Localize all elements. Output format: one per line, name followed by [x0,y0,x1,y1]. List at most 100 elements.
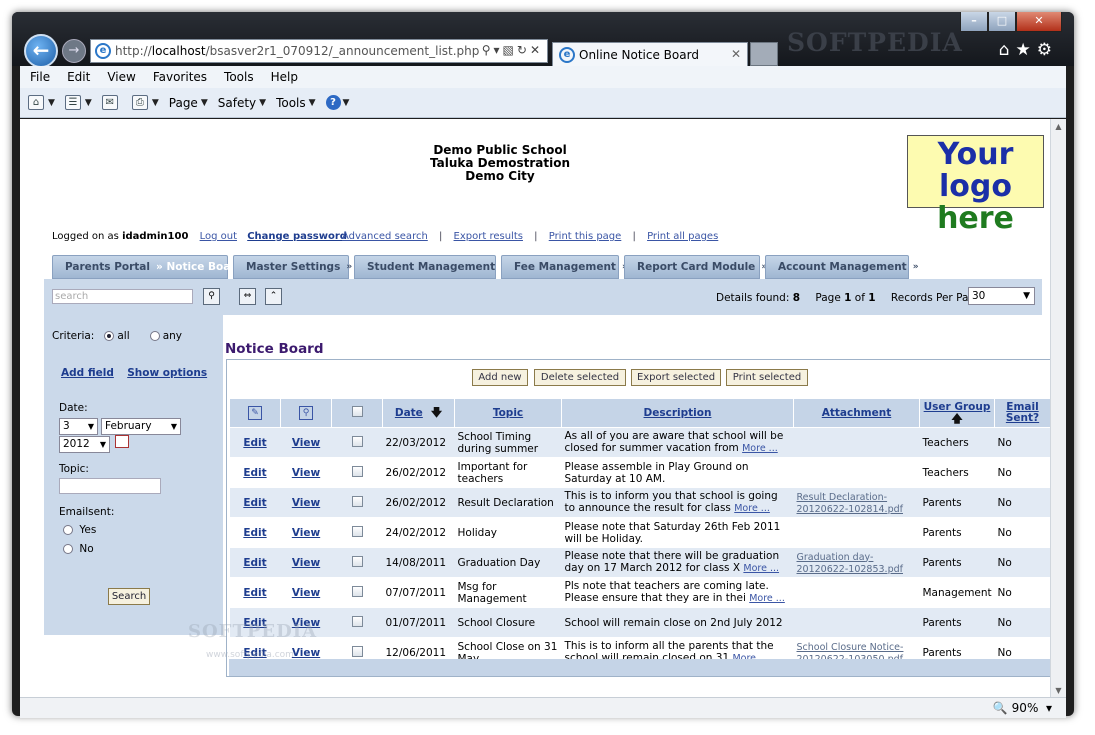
tab-student-management[interactable]: Student Management» [354,255,507,279]
more-link[interactable]: More ... [743,563,779,574]
scroll-down-icon[interactable]: ▼ [1051,683,1066,695]
tools-dropdown-icon[interactable]: ▼ [309,98,316,108]
row-checkbox[interactable] [351,585,363,597]
back-button[interactable]: ← [24,34,58,68]
tab-close-icon[interactable]: ✕ [731,47,741,61]
print-page-link[interactable]: Print this page [549,231,622,242]
day-select[interactable]: 3 ▼ [59,418,98,435]
change-password-link[interactable]: Change password [247,231,347,242]
edit-link[interactable]: Edit [243,557,266,569]
print-all-link[interactable]: Print all pages [647,231,718,242]
edit-link[interactable]: Edit [243,497,266,509]
safety-dropdown-icon[interactable]: ▼ [259,98,266,108]
close-button[interactable]: ✕ [1016,12,1062,32]
vertical-scrollbar[interactable]: ▲ ▼ [1050,119,1066,697]
tab-parents-portal[interactable]: Parents Portal» Notice Board [52,255,243,279]
help-icon[interactable]: ? [325,95,341,110]
forward-button[interactable]: → [62,39,86,63]
address-bar[interactable]: e http://localhost/bsasver2r1_070912/_an… [90,39,548,63]
emailsent-no-radio[interactable] [63,544,73,554]
show-hide-icon[interactable]: ⇔ [239,288,256,305]
row-checkbox[interactable] [351,645,363,657]
address-tools-icons[interactable]: ⚲▾▧↻✕ [482,43,543,57]
edit-link[interactable]: Edit [243,587,266,599]
attachment-header[interactable]: Attachment [793,398,920,428]
row-checkbox[interactable] [351,555,363,567]
home-dropdown-icon[interactable]: ▼ [48,98,55,108]
add-field-link[interactable]: Add field [61,367,114,379]
tab-master-settings[interactable]: Master Settings» [233,255,352,279]
search-input[interactable]: search [52,289,193,304]
attachment-link[interactable]: Result Declaration-20120622-102814.pdf [797,492,903,515]
page-dropdown-icon[interactable]: ▼ [201,98,208,108]
home-icon[interactable]: ⌂ [28,95,44,110]
tab-account-management[interactable]: Account Management» [765,255,919,279]
tab-report-card-module[interactable]: Report Card Module» [624,255,767,279]
logout-link[interactable]: Log out [200,231,237,242]
topic-input[interactable] [59,478,161,494]
view-link[interactable]: View [292,467,320,479]
date-header[interactable]: Date 🡇 [382,398,455,428]
row-checkbox[interactable] [351,465,363,477]
row-checkbox[interactable] [351,495,363,507]
feeds-dropdown-icon[interactable]: ▼ [85,98,92,108]
view-link[interactable]: View [292,557,320,569]
emailsent-yes-radio[interactable] [63,525,73,535]
new-tab-button[interactable] [750,42,778,66]
tab-fee-management[interactable]: Fee Management» [501,255,628,279]
view-link[interactable]: View [292,647,320,659]
tools-menu[interactable]: Tools [276,96,306,110]
print-icon[interactable]: ⎙ [131,95,148,110]
menu-tools[interactable]: Tools [224,70,254,84]
maximize-button[interactable]: □ [988,12,1016,32]
browser-tab[interactable]: e Online Notice Board ✕ [552,42,748,66]
menu-file[interactable]: File [30,70,50,84]
print-selected-button[interactable]: Print selected [726,369,808,386]
menu-edit[interactable]: Edit [67,70,90,84]
attachment-link[interactable]: Graduation day-20120622-102853.pdf [797,552,903,575]
user-group-header[interactable]: User Group 🡅 [919,398,995,428]
collapse-icon[interactable]: ⌃ [265,288,282,305]
advanced-search-link[interactable]: Advanced search [342,231,428,242]
page-menu[interactable]: Page [169,96,198,110]
menu-help[interactable]: Help [271,70,298,84]
address-url[interactable]: http://localhost/bsasver2r1_070912/_anno… [115,44,479,58]
view-link[interactable]: View [292,497,320,509]
menu-favorites[interactable]: Favorites [153,70,207,84]
delete-selected-button[interactable]: Delete selected [534,369,626,386]
search-icon[interactable]: ⚲ [203,288,220,305]
export-results-link[interactable]: Export results [454,231,523,242]
menu-view[interactable]: View [107,70,135,84]
view-link[interactable]: View [292,587,320,599]
print-dropdown-icon[interactable]: ▼ [152,98,159,108]
view-link[interactable]: View [292,527,320,539]
feeds-icon[interactable]: ☰ [64,95,81,110]
filter-search-button[interactable]: Search [108,588,150,605]
month-select[interactable]: February ▼ [101,418,181,435]
more-link[interactable]: More ... [742,443,778,454]
mail-icon[interactable]: ✉ [101,95,118,110]
home-favorites-gear-icons[interactable]: ⌂★⚙ [999,40,1058,60]
minimize-button[interactable]: – [960,12,988,32]
email-sent-header[interactable]: Email Sent? [994,398,1050,428]
zoom-level[interactable]: 🔍 90% ▾ [993,701,1052,715]
calendar-icon[interactable] [115,435,129,448]
export-selected-button[interactable]: Export selected [631,369,721,386]
row-checkbox[interactable] [351,435,363,447]
edit-link[interactable]: Edit [243,527,266,539]
row-checkbox[interactable] [351,525,363,537]
year-select[interactable]: 2012 ▼ [59,436,110,453]
view-link[interactable]: View [292,437,320,449]
records-per-page-select[interactable]: 30 ▼ [968,287,1035,305]
criteria-any-radio[interactable] [149,331,160,341]
more-link[interactable]: More ... [749,593,785,604]
row-checkbox[interactable] [351,615,363,627]
add-new-button[interactable]: Add new [472,369,528,386]
scroll-up-icon[interactable]: ▲ [1051,119,1066,131]
edit-link[interactable]: Edit [243,437,266,449]
safety-menu[interactable]: Safety [218,96,256,110]
help-dropdown-icon[interactable]: ▼ [343,98,350,108]
select-all-checkbox[interactable] [351,406,363,417]
topic-header[interactable]: Topic [454,398,562,428]
criteria-all-radio[interactable] [104,331,115,341]
